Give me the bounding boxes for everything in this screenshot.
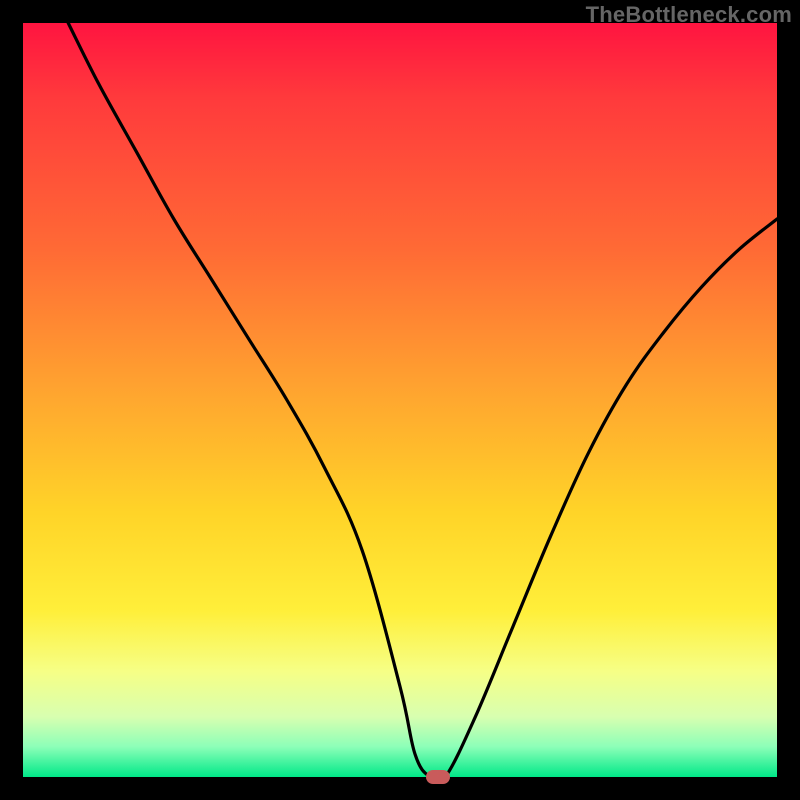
optimum-marker: [426, 770, 450, 784]
curve-svg: [23, 23, 777, 777]
chart-frame: TheBottleneck.com: [0, 0, 800, 800]
plot-area: [23, 23, 777, 777]
watermark-text: TheBottleneck.com: [586, 2, 792, 28]
bottleneck-curve: [68, 23, 777, 783]
